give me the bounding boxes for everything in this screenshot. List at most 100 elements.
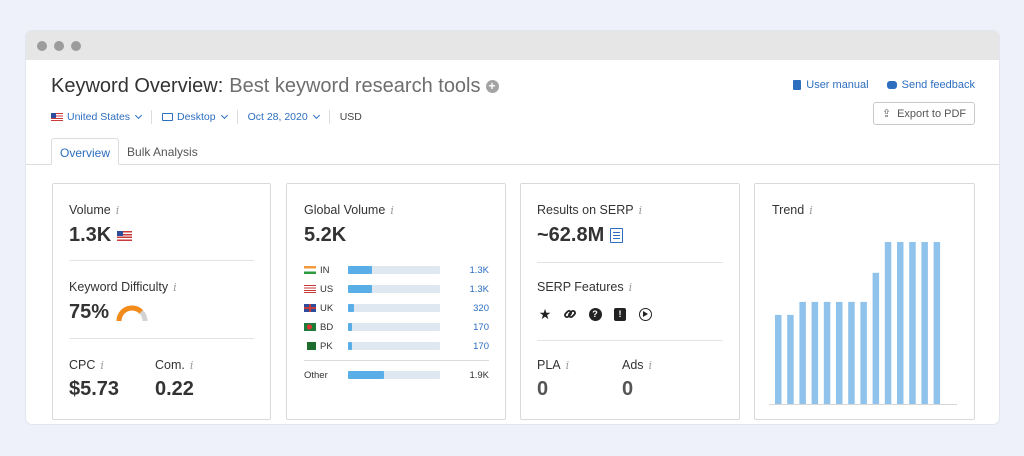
country-volume-row: IN 1.3K	[304, 264, 489, 276]
tab-divider	[26, 164, 999, 165]
country-volume-bar	[348, 304, 440, 312]
book-icon	[793, 80, 802, 90]
info-icon[interactable]: i	[639, 204, 643, 217]
trend-bar[interactable]	[836, 301, 843, 404]
window-dot-icon	[37, 41, 47, 51]
trend-bar[interactable]	[848, 301, 855, 404]
send-feedback-label: Send feedback	[901, 79, 975, 91]
us-flag-icon	[51, 113, 63, 121]
uk-flag-icon	[304, 304, 316, 312]
country-volume-row: UK 320	[304, 302, 489, 314]
currency-label: USD	[339, 111, 362, 123]
trend-bar[interactable]	[897, 242, 904, 404]
info-icon[interactable]: i	[173, 281, 177, 294]
trend-card: Trend i	[754, 183, 975, 420]
trend-bar[interactable]	[799, 301, 806, 404]
country-volume-bar	[348, 323, 440, 331]
app-window: Keyword Overview: Best keyword research t…	[26, 31, 999, 424]
trend-bar[interactable]	[775, 314, 782, 404]
chat-bubble-icon	[886, 81, 897, 89]
trend-bar[interactable]	[909, 242, 916, 404]
country-code: BD	[320, 321, 334, 333]
bd-flag-icon	[304, 323, 316, 331]
info-icon[interactable]: i	[629, 281, 633, 294]
divider	[537, 262, 723, 263]
country-volume-link[interactable]: 320	[473, 303, 489, 314]
window-dot-icon	[54, 41, 64, 51]
volume-label: Volume i	[69, 203, 119, 217]
country-select[interactable]: United States	[51, 110, 153, 124]
ads-label: Ads i	[622, 358, 652, 372]
pla-label-text: PLA	[537, 358, 561, 372]
cpc-label: CPC i	[69, 358, 104, 372]
window-dot-icon	[71, 41, 81, 51]
other-label: Other	[304, 369, 328, 381]
reviews-icon[interactable]: !	[612, 306, 628, 322]
country-code: UK	[320, 302, 334, 314]
link-icon[interactable]	[562, 306, 578, 322]
info-icon[interactable]: i	[390, 204, 394, 217]
country-volume-row: BD 170	[304, 321, 489, 333]
star-icon[interactable]: ★	[537, 306, 553, 322]
trend-bar[interactable]	[823, 301, 831, 404]
country-code: IN	[320, 264, 330, 276]
country-volume-link[interactable]: 1.3K	[469, 265, 489, 276]
user-manual-label: User manual	[806, 79, 869, 91]
volume-value: 1.3K	[69, 224, 133, 247]
trend-bar[interactable]	[860, 301, 867, 404]
video-icon[interactable]	[637, 306, 653, 322]
serp-card: Results on SERP i ~62.8M SERP Features i ★…	[520, 183, 740, 420]
country-code: US	[320, 283, 334, 295]
trend-bar[interactable]	[787, 314, 794, 404]
divider	[537, 340, 723, 341]
info-icon[interactable]: i	[809, 204, 813, 217]
competition-label-text: Com.	[155, 358, 185, 372]
tab-bulk-analysis[interactable]: Bulk Analysis	[119, 138, 206, 165]
date-select[interactable]: Oct 28, 2020	[248, 110, 330, 124]
export-pdf-button[interactable]: ⇪ Export to PDF	[873, 102, 975, 125]
country-volume-bar-fill	[348, 323, 352, 331]
other-volume-bar	[348, 371, 440, 379]
country-volume-link[interactable]: 1.3K	[469, 284, 489, 295]
trend-bar[interactable]	[811, 301, 819, 404]
info-icon[interactable]: i	[649, 359, 653, 372]
country-volume-bar-fill	[348, 304, 354, 312]
divider	[69, 260, 254, 261]
user-manual-link[interactable]: User manual	[793, 79, 869, 91]
filter-bar: United States Desktop Oct 28, 2020 USD	[51, 110, 382, 124]
date-value: Oct 28, 2020	[247, 111, 308, 123]
country-volume-link[interactable]: 170	[473, 322, 489, 333]
question-icon[interactable]: ?	[587, 306, 603, 322]
country-volume-bar-fill	[348, 285, 373, 293]
serp-document-icon[interactable]	[610, 228, 624, 243]
device-select[interactable]: Desktop	[162, 110, 238, 124]
info-icon[interactable]: i	[116, 204, 120, 217]
trend-bar[interactable]	[921, 242, 928, 404]
serp-features-label-text: SERP Features	[537, 280, 624, 294]
results-on-serp-value: ~62.8M	[537, 224, 624, 247]
window-titlebar	[26, 31, 999, 60]
trend-bar[interactable]	[884, 242, 892, 404]
info-icon[interactable]: i	[100, 359, 104, 372]
results-on-serp-label: Results on SERP i	[537, 203, 642, 217]
tab-overview[interactable]: Overview	[51, 138, 120, 165]
global-volume-label-text: Global Volume	[304, 203, 386, 217]
volume-label-text: Volume	[69, 203, 111, 217]
info-icon[interactable]: i	[190, 359, 194, 372]
plus-circle-icon[interactable]: +	[485, 80, 499, 93]
chevron-down-icon	[135, 111, 143, 120]
results-on-serp-label-text: Results on SERP	[537, 203, 634, 217]
other-volume-bar-fill	[348, 371, 384, 379]
chevron-down-icon	[312, 111, 320, 120]
kd-label: Keyword Difficulty i	[69, 280, 177, 294]
country-volume-bar-fill	[348, 342, 352, 350]
send-feedback-link[interactable]: Send feedback	[886, 79, 975, 91]
country-volume-bar	[348, 342, 440, 350]
trend-bar[interactable]	[933, 242, 941, 404]
trend-bar[interactable]	[872, 272, 880, 404]
cpc-label-text: CPC	[69, 358, 96, 372]
global-volume-label: Global Volume i	[304, 203, 394, 217]
trend-label-text: Trend	[772, 203, 805, 217]
country-volume-link[interactable]: 170	[473, 341, 489, 352]
info-icon[interactable]: i	[566, 359, 570, 372]
